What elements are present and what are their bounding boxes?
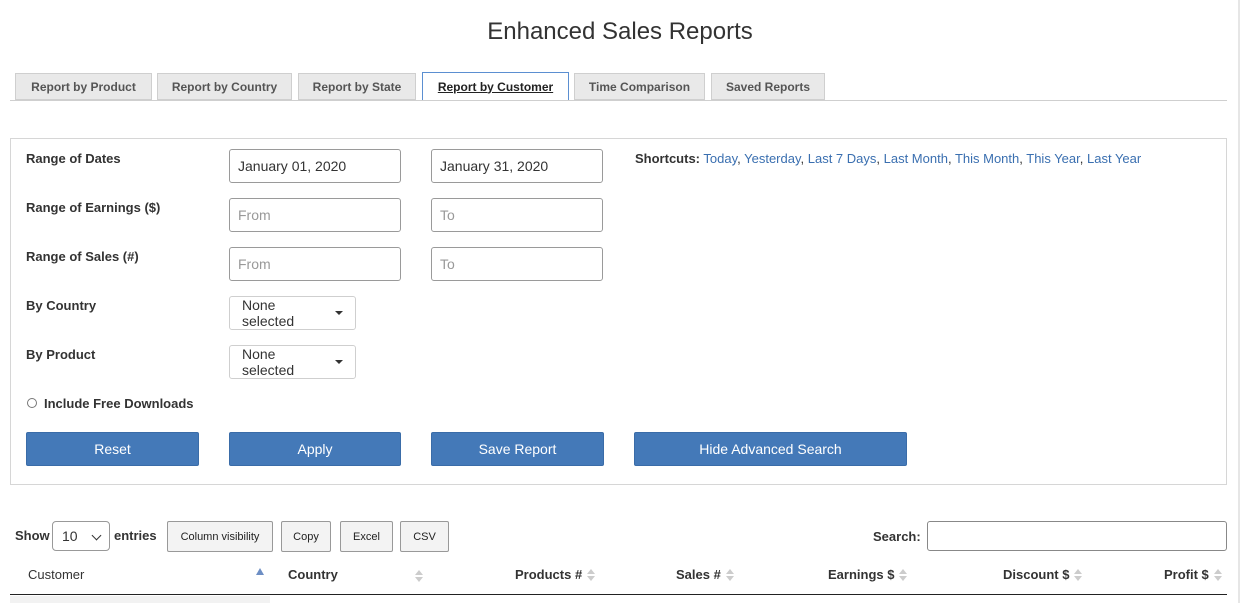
product-multiselect-value: None selected bbox=[242, 346, 295, 378]
sort-icon bbox=[1074, 568, 1083, 581]
apply-button[interactable]: Apply bbox=[229, 432, 401, 466]
csv-button[interactable]: CSV bbox=[400, 521, 449, 552]
sort-icon bbox=[899, 568, 908, 581]
shortcut-this-year[interactable]: This Year bbox=[1026, 151, 1080, 166]
column-header-profit-label: Profit $ bbox=[1164, 567, 1209, 582]
range-of-sales-label: Range of Sales (#) bbox=[26, 249, 139, 264]
sort-icon bbox=[587, 568, 596, 581]
excel-button[interactable]: Excel bbox=[340, 521, 393, 552]
column-header-customer[interactable]: Customer bbox=[28, 567, 84, 582]
date-from-input[interactable] bbox=[229, 149, 401, 183]
shortcut-this-month[interactable]: This Month bbox=[955, 151, 1019, 166]
shortcut-today[interactable]: Today bbox=[703, 151, 737, 166]
country-multiselect[interactable]: None selected bbox=[229, 296, 356, 330]
page-title: Enhanced Sales Reports bbox=[487, 18, 753, 45]
tab-report-by-state[interactable]: Report by State bbox=[298, 73, 416, 100]
tab-report-by-product[interactable]: Report by Product bbox=[15, 73, 152, 100]
earnings-from-input[interactable] bbox=[229, 198, 401, 232]
shortcut-last-7-days[interactable]: Last 7 Days bbox=[808, 151, 877, 166]
country-multiselect-value: None selected bbox=[242, 297, 295, 329]
range-of-dates-label: Range of Dates bbox=[26, 151, 121, 166]
sort-icon bbox=[415, 570, 423, 582]
advanced-search-panel: Range of Dates Shortcuts: Today, Yesterd… bbox=[10, 138, 1227, 485]
column-header-earnings[interactable]: Earnings $ bbox=[828, 567, 908, 582]
include-free-downloads-checkbox[interactable] bbox=[27, 398, 37, 408]
sort-icon bbox=[1213, 568, 1222, 581]
shortcut-yesterday[interactable]: Yesterday bbox=[744, 151, 800, 166]
sales-to-input[interactable] bbox=[431, 247, 603, 281]
sales-from-input[interactable] bbox=[229, 247, 401, 281]
tab-time-comparison[interactable]: Time Comparison bbox=[574, 73, 705, 100]
tab-saved-reports[interactable]: Saved Reports bbox=[711, 73, 825, 100]
product-multiselect[interactable]: None selected bbox=[229, 345, 356, 379]
column-header-sales[interactable]: Sales # bbox=[676, 567, 734, 582]
date-to-input[interactable] bbox=[431, 149, 603, 183]
reset-button[interactable]: Reset bbox=[26, 432, 199, 466]
column-header-customer-label: Customer bbox=[28, 567, 85, 582]
table-row bbox=[10, 596, 270, 603]
sort-icon bbox=[725, 568, 734, 581]
by-product-label: By Product bbox=[26, 347, 96, 362]
column-header-profit[interactable]: Profit $ bbox=[1164, 567, 1222, 582]
chevron-down-icon bbox=[91, 530, 102, 541]
sort-ascending-icon bbox=[256, 568, 264, 575]
entries-label: entries bbox=[114, 528, 157, 543]
column-header-earnings-label: Earnings $ bbox=[828, 567, 895, 582]
shortcuts-label: Shortcuts: bbox=[635, 151, 700, 166]
page-length-value: 10 bbox=[62, 528, 78, 544]
table-header-divider bbox=[10, 594, 1227, 595]
tab-report-by-customer[interactable]: Report by Customer bbox=[422, 72, 569, 101]
tabs-divider bbox=[10, 100, 1227, 101]
copy-button[interactable]: Copy bbox=[281, 521, 331, 552]
column-header-discount-label: Discount $ bbox=[1003, 567, 1070, 582]
hide-advanced-search-button[interactable]: Hide Advanced Search bbox=[634, 432, 907, 466]
column-header-products[interactable]: Products # bbox=[515, 567, 596, 582]
column-header-discount[interactable]: Discount $ bbox=[1003, 567, 1083, 582]
search-label: Search: bbox=[873, 529, 921, 544]
save-report-button[interactable]: Save Report bbox=[431, 432, 604, 466]
column-header-sales-label: Sales # bbox=[676, 567, 721, 582]
show-label: Show bbox=[15, 528, 50, 543]
page-length-select[interactable]: 10 bbox=[52, 521, 110, 551]
by-country-label: By Country bbox=[26, 298, 97, 313]
include-free-downloads-label: Include Free Downloads bbox=[44, 396, 194, 411]
range-of-earnings-label: Range of Earnings ($) bbox=[26, 200, 161, 215]
table-search-input[interactable] bbox=[927, 521, 1227, 551]
shortcut-last-year[interactable]: Last Year bbox=[1087, 151, 1141, 166]
column-visibility-button[interactable]: Column visibility bbox=[167, 521, 273, 552]
column-header-country[interactable]: Country bbox=[288, 567, 338, 582]
caret-down-icon bbox=[335, 311, 343, 315]
date-shortcuts: Shortcuts: Today, Yesterday, Last 7 Days… bbox=[635, 151, 1142, 166]
column-header-country-label: Country bbox=[288, 567, 338, 582]
tab-report-by-country[interactable]: Report by Country bbox=[157, 73, 292, 100]
earnings-to-input[interactable] bbox=[431, 198, 603, 232]
caret-down-icon bbox=[335, 360, 343, 364]
shortcut-last-month[interactable]: Last Month bbox=[884, 151, 948, 166]
column-header-products-label: Products # bbox=[515, 567, 583, 582]
